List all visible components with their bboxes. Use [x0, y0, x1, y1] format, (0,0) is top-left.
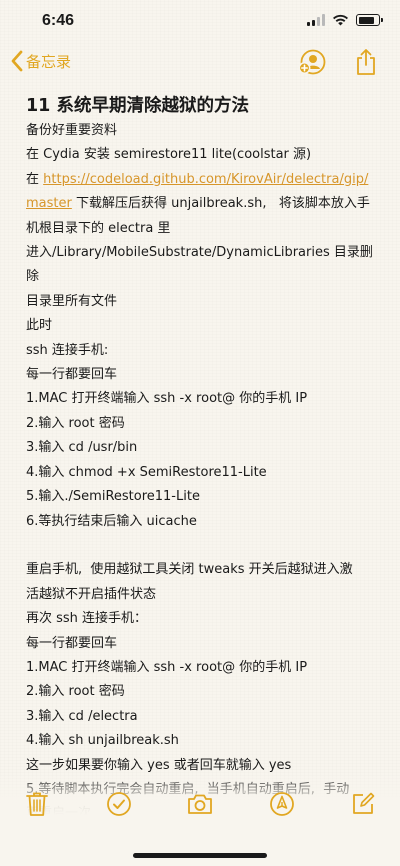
back-chevron-icon [11, 50, 23, 72]
home-indicator [133, 853, 267, 858]
add-person-icon [298, 49, 326, 75]
note-line: 6.等执行结束后输入 uicache [26, 510, 382, 534]
note-link[interactable]: master [26, 196, 72, 211]
share-button[interactable] [352, 48, 380, 76]
note-title: 11 系统早期清除越狱的方法 [26, 96, 249, 116]
note-line: 3.输入 cd /electra [26, 705, 382, 729]
note-line: 此时 [26, 314, 382, 338]
status-bar: 6:46 [0, 0, 400, 44]
battery-fill [358, 16, 374, 24]
note-line: 活越狱不开启插件状态 [26, 583, 382, 607]
cellular-signal-icon [307, 14, 325, 26]
note-text: 再次 ssh 连接手机： [26, 611, 148, 627]
navigation-bar: 备忘录 [0, 44, 400, 88]
note-line: 每一行都要回车 [26, 632, 382, 656]
note-link[interactable]: https://codeload.github.com/KirovAir/del… [43, 172, 368, 187]
add-people-button[interactable] [298, 48, 326, 76]
note-line: 进入/Library/MobileSubstrate/DynamicLibrar… [26, 241, 382, 290]
note-text: 2.输入 root 密码 [26, 415, 125, 431]
compose-button[interactable] [348, 789, 378, 819]
note-text: 3.输入 cd /usr/bin [26, 440, 138, 456]
note-text: 在 Cydia 安装 semirestore11 lite(coolstar 源… [26, 147, 312, 163]
note-line: 备份好重要资料 [26, 119, 382, 143]
note-text: 这一步如果要你输入 yes 或者回车就输入 yes [26, 757, 292, 773]
note-line: 在 Cydia 安装 semirestore11 lite(coolstar 源… [26, 143, 382, 167]
note-text: 1.MAC 打开终端输入 ssh -x root@ 你的手机 IP [26, 391, 308, 407]
note-line: 机根目录下的 electra 里 [26, 217, 382, 241]
note-text: 每一行都要回车 [26, 367, 118, 383]
note-line: 目录里所有文件 [26, 290, 382, 314]
note-line: 1.MAC 打开终端输入 ssh -x root@ 你的手机 IP [26, 656, 382, 680]
note-line: 重启手机, 使用越狱工具关闭 tweaks 开关后越狱进入激 [26, 558, 382, 582]
camera-icon [188, 794, 212, 814]
note-line: 再次 ssh 连接手机： [26, 607, 382, 631]
bottom-toolbar [0, 782, 400, 826]
note-lines: 备份好重要资料在 Cydia 安装 semirestore11 lite(coo… [26, 119, 382, 851]
trash-icon [26, 792, 48, 816]
note-text: 6.等执行结束后输入 uicache [26, 513, 197, 529]
note-text: 活越狱不开启插件状态 [26, 586, 157, 602]
note-text: ssh 连接手机: [26, 342, 109, 358]
note-line [26, 534, 382, 558]
note-text: 备份好重要资料 [26, 123, 118, 138]
checklist-icon [106, 792, 131, 816]
note-text: 下载解压后获得 unjailbreak.sh, 将该脚本放入手 [71, 196, 370, 212]
note-line: 5.输入./SemiRestore11-Lite [26, 485, 382, 509]
note-line: ssh 连接手机: [26, 339, 382, 363]
note-text: 1.MAC 打开终端输入 ssh -x root@ 你的手机 IP [26, 659, 308, 675]
note-line: 3.输入 cd /usr/bin [26, 436, 382, 460]
back-label: 备忘录 [26, 52, 72, 71]
note-text: 机根目录下的 electra 里 [26, 220, 171, 236]
note-text: 目录里所有文件 [26, 293, 118, 309]
note-line: master 下载解压后获得 unjailbreak.sh, 将该脚本放入手 [26, 192, 382, 216]
status-time: 6:46 [42, 12, 75, 29]
markup-pen-icon [269, 792, 294, 816]
note-line: 4.输入 sh unjailbreak.sh [26, 729, 382, 753]
note-text: 此时 [26, 318, 53, 334]
note-line: 在 https://codeload.github.com/KirovAir/d… [26, 168, 382, 192]
note-text: 2.输入 root 密码 [26, 684, 125, 700]
checklist-button[interactable] [104, 789, 134, 819]
note-text: 4.输入 sh unjailbreak.sh [26, 733, 179, 749]
delete-button[interactable] [22, 789, 52, 819]
compose-icon [353, 792, 375, 814]
note-text: 重启手机, 使用越狱工具关闭 tweaks 开关后越狱进入激 [26, 562, 353, 578]
note-text: 3.输入 cd /electra [26, 708, 138, 724]
note-line: 4.输入 chmod +x SemiRestore11-Lite [26, 461, 382, 485]
note-line: 1.MAC 打开终端输入 ssh -x root@ 你的手机 IP [26, 387, 382, 411]
note-line: 2.输入 root 密码 [26, 412, 382, 436]
note-line: 每一行都要回车 [26, 363, 382, 387]
battery-icon [356, 14, 383, 26]
note-line: 2.输入 root 密码 [26, 680, 382, 704]
note-text: 5.输入./SemiRestore11-Lite [26, 489, 200, 505]
share-icon [357, 49, 375, 75]
note-text: 在 [26, 171, 44, 187]
note-body[interactable]: 11 系统早期清除越狱的方法 备份好重要资料在 Cydia 安装 semires… [26, 93, 382, 851]
wifi-icon [333, 14, 348, 26]
note-text: 4.输入 chmod +x SemiRestore11-Lite [26, 464, 267, 480]
back-button[interactable]: 备忘录 [10, 50, 71, 72]
camera-button[interactable] [185, 789, 215, 819]
note-text: 进入/Library/MobileSubstrate/DynamicLibrar… [26, 245, 373, 285]
note-text: 每一行都要回车 [26, 635, 118, 651]
status-icons [307, 14, 383, 26]
nav-actions [298, 48, 380, 76]
markup-button[interactable] [267, 789, 297, 819]
